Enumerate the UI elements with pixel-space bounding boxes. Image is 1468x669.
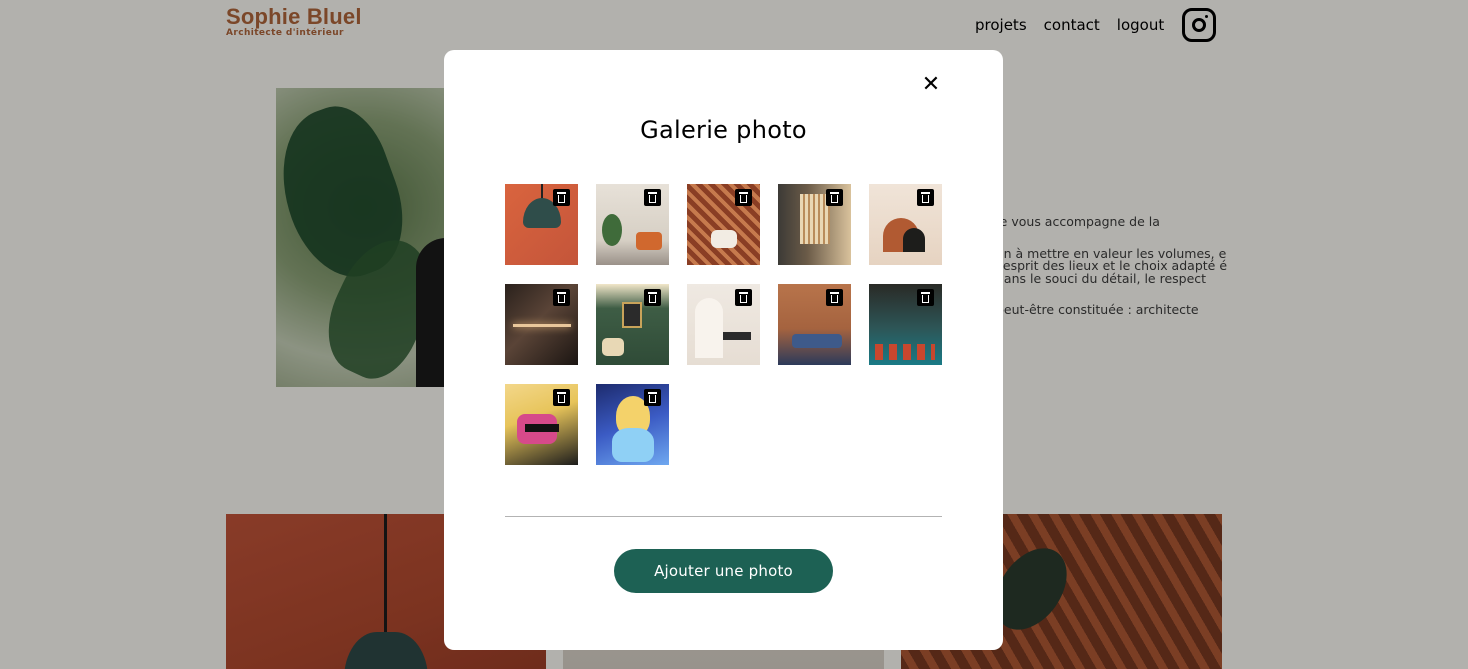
trash-icon[interactable] bbox=[553, 289, 570, 306]
trash-icon[interactable] bbox=[735, 189, 752, 206]
modal-title: Galerie photo bbox=[640, 116, 807, 144]
close-icon[interactable]: ✕ bbox=[920, 74, 942, 96]
trash-icon[interactable] bbox=[826, 289, 843, 306]
modal-divider bbox=[505, 516, 942, 517]
photo-thumbnail bbox=[778, 284, 851, 365]
trash-icon[interactable] bbox=[644, 389, 661, 406]
photo-thumbnail bbox=[505, 184, 578, 265]
trash-icon[interactable] bbox=[644, 289, 661, 306]
trash-icon[interactable] bbox=[826, 189, 843, 206]
gallery-modal: ✕ Galerie photo Ajouter une photo bbox=[444, 50, 1003, 650]
photo-thumbnail bbox=[596, 284, 669, 365]
trash-icon[interactable] bbox=[917, 289, 934, 306]
photo-thumbnail bbox=[505, 284, 578, 365]
photo-thumbnail bbox=[596, 184, 669, 265]
trash-icon[interactable] bbox=[553, 189, 570, 206]
photo-thumbnail bbox=[505, 384, 578, 465]
trash-icon[interactable] bbox=[553, 389, 570, 406]
photo-thumbnail bbox=[687, 184, 760, 265]
add-photo-button[interactable]: Ajouter une photo bbox=[614, 549, 833, 593]
trash-icon[interactable] bbox=[735, 289, 752, 306]
photo-thumbnail bbox=[596, 384, 669, 465]
photo-thumbnail bbox=[869, 184, 942, 265]
trash-icon[interactable] bbox=[644, 189, 661, 206]
photo-grid bbox=[505, 184, 942, 465]
photo-thumbnail bbox=[869, 284, 942, 365]
trash-icon[interactable] bbox=[917, 189, 934, 206]
photo-thumbnail bbox=[778, 184, 851, 265]
photo-thumbnail bbox=[687, 284, 760, 365]
